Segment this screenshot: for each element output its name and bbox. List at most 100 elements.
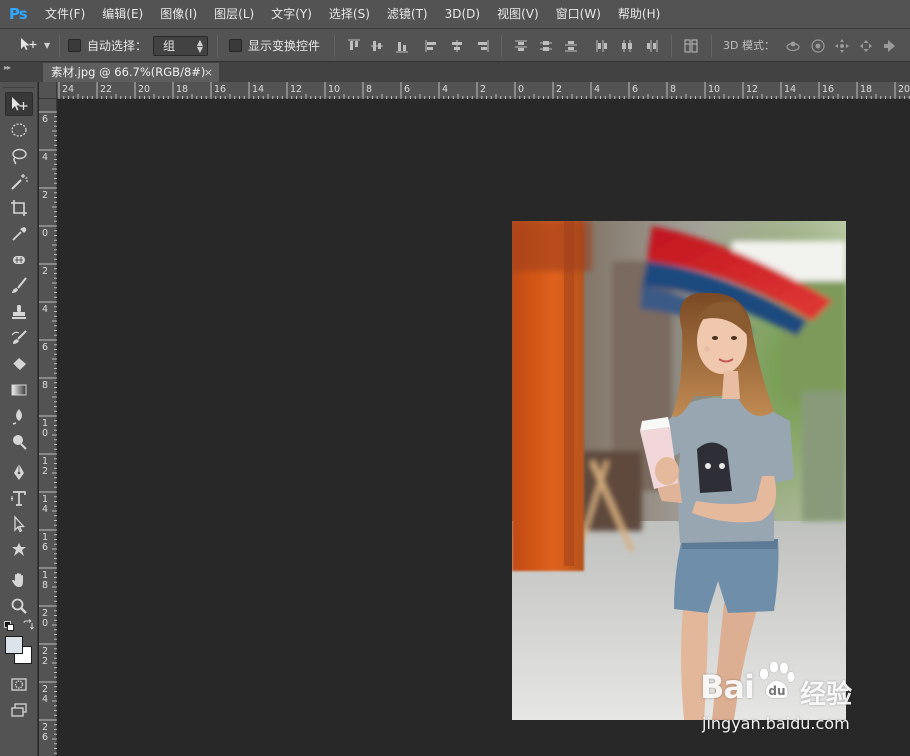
gradient-icon[interactable] xyxy=(5,378,33,402)
auto-select-group: 自动选择： xyxy=(68,29,147,62)
3d-pan-icon[interactable] xyxy=(834,38,850,54)
ruler-tick-label: 6 xyxy=(42,542,48,553)
distribute-left-icon[interactable] xyxy=(594,38,610,54)
color-swatches xyxy=(5,636,35,666)
eraser-icon[interactable] xyxy=(5,352,33,376)
history-brush-icon[interactable] xyxy=(5,326,33,350)
vertical-ruler[interactable]: 64202468101214161820222426 xyxy=(39,99,57,756)
3d-slide-icon[interactable] xyxy=(858,38,874,54)
menu-view[interactable]: 视图(V) xyxy=(497,0,539,28)
ruler-tick-label: 14 xyxy=(784,84,796,95)
quick-mask-icon[interactable] xyxy=(5,672,33,696)
separator xyxy=(501,35,502,57)
ruler-tick-label: 6 xyxy=(42,114,48,125)
horizontal-ruler[interactable]: 24 22 20 18 16 14 12 10 8 6 4 2 0 2 4 6 8 10 12 14 16 18 20 xyxy=(57,82,910,99)
separator xyxy=(59,35,60,57)
screen-mode-icon[interactable] xyxy=(5,698,33,722)
ruler-tick-label: 2 xyxy=(42,190,48,201)
ruler-origin[interactable] xyxy=(39,82,57,99)
align-bottom-icon[interactable] xyxy=(394,38,410,54)
align-hcenter-icon[interactable] xyxy=(449,38,465,54)
menu-layer[interactable]: 图层(L) xyxy=(214,0,254,28)
3d-scale-icon[interactable] xyxy=(883,38,899,54)
healing-brush-icon[interactable] xyxy=(5,248,33,272)
ruler-tick-label: 14 xyxy=(252,84,264,95)
ruler-tick-label: 6 xyxy=(404,84,410,95)
marquee-tool-icon[interactable] xyxy=(5,118,33,142)
menu-edit[interactable]: 编辑(E) xyxy=(102,0,143,28)
3d-roll-icon[interactable] xyxy=(810,38,826,54)
foreground-color-swatch[interactable] xyxy=(5,636,23,654)
align-top-icon[interactable] xyxy=(346,38,362,54)
updown-caret-icon: ▲ ▼ xyxy=(196,38,203,54)
move-tool-icon[interactable] xyxy=(5,92,33,116)
blur-icon[interactable] xyxy=(5,404,33,428)
ruler-tick-label: 6 xyxy=(632,84,638,95)
show-transform-checkbox[interactable] xyxy=(229,39,242,52)
custom-shape-icon[interactable] xyxy=(5,538,33,562)
clone-stamp-icon[interactable] xyxy=(5,300,33,324)
ruler-tick-label: 4 xyxy=(42,152,48,163)
ruler-tick-label: 4 xyxy=(594,84,600,95)
document-tab-title: 素材.jpg @ 66.7%(RGB/8#) xyxy=(51,65,206,79)
document-image[interactable] xyxy=(512,221,846,720)
menu-select[interactable]: 选择(S) xyxy=(329,0,370,28)
close-icon[interactable]: × xyxy=(204,63,213,82)
tools-panel xyxy=(0,82,38,756)
auto-select-checkbox[interactable] xyxy=(68,39,81,52)
ruler-tick-label: 6 xyxy=(42,732,48,743)
menu-type[interactable]: 文字(Y) xyxy=(271,0,312,28)
ruler-tick-label: 0 xyxy=(518,84,524,95)
show-transform-group: 显示变换控件 xyxy=(229,29,320,62)
auto-select-dropdown[interactable]: 组 ▲ ▼ xyxy=(153,36,208,56)
distribute-bottom-icon[interactable] xyxy=(563,38,579,54)
separator xyxy=(671,35,672,57)
auto-align-layers-icon[interactable] xyxy=(683,38,699,54)
lasso-tool-icon[interactable] xyxy=(5,144,33,168)
document-tab-strip: ▸▸ 素材.jpg @ 66.7%(RGB/8#) × xyxy=(0,62,910,82)
crop-tool-icon[interactable] xyxy=(5,196,33,220)
dodge-icon[interactable] xyxy=(5,430,33,454)
align-right-icon[interactable] xyxy=(474,38,490,54)
watermark-brand: Bai xyxy=(700,668,755,706)
menu-filter[interactable]: 滤镜(T) xyxy=(387,0,428,28)
brush-icon[interactable] xyxy=(5,274,33,298)
distribute-top-icon[interactable] xyxy=(513,38,529,54)
align-left-icon[interactable] xyxy=(424,38,440,54)
menu-image[interactable]: 图像(I) xyxy=(160,0,197,28)
panel-grip[interactable] xyxy=(3,82,35,88)
ruler-tick-label: 22 xyxy=(100,84,112,95)
ruler-tick-label: 2 xyxy=(42,466,48,477)
align-vcenter-icon[interactable] xyxy=(369,38,385,54)
default-colors-icon[interactable] xyxy=(4,620,14,631)
distribute-vcenter-icon[interactable] xyxy=(538,38,554,54)
collapse-panel-icon[interactable]: ▸▸ xyxy=(4,63,11,72)
swap-colors-icon[interactable] xyxy=(22,619,34,631)
pen-icon[interactable] xyxy=(5,460,33,484)
document-tab[interactable]: 素材.jpg @ 66.7%(RGB/8#) × xyxy=(43,63,219,82)
menu-file[interactable]: 文件(F) xyxy=(45,0,85,28)
ruler-tick-label: 20 xyxy=(898,84,910,95)
menu-3d[interactable]: 3D(D) xyxy=(445,0,480,28)
ruler-tick-label: 4 xyxy=(442,84,448,95)
menu-window[interactable]: 窗口(W) xyxy=(556,0,601,28)
magic-wand-icon[interactable] xyxy=(5,170,33,194)
ruler-tick-label: 10 xyxy=(708,84,720,95)
photoshop-logo: Ps xyxy=(9,5,28,23)
zoom-icon[interactable] xyxy=(5,594,33,618)
distribute-right-icon[interactable] xyxy=(644,38,660,54)
distribute-hcenter-icon[interactable] xyxy=(619,38,635,54)
separator xyxy=(711,35,712,57)
tool-preset-picker[interactable]: ▼ xyxy=(20,29,56,62)
ruler-tick-label: 8 xyxy=(366,84,372,95)
ruler-tick-label: 4 xyxy=(42,304,48,315)
ruler-tick-label: 8 xyxy=(42,580,48,591)
ruler-tick-label: 16 xyxy=(822,84,834,95)
ruler-tick-label: 2 xyxy=(480,84,486,95)
hand-icon[interactable] xyxy=(5,568,33,592)
3d-orbit-icon[interactable] xyxy=(785,38,801,54)
menu-help[interactable]: 帮助(H) xyxy=(618,0,660,28)
eyedropper-icon[interactable] xyxy=(5,222,33,246)
path-selection-icon[interactable] xyxy=(5,512,33,536)
type-icon[interactable] xyxy=(5,486,33,510)
